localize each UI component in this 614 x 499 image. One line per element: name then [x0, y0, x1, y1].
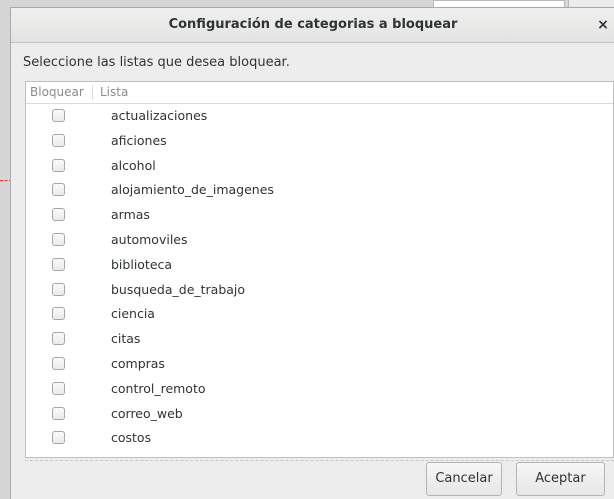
- column-header-list[interactable]: Lista: [100, 82, 128, 103]
- list-item[interactable]: costos: [26, 426, 613, 451]
- block-checkbox[interactable]: [52, 307, 65, 321]
- dialog-title: Configuración de categorias a bloquear: [168, 17, 458, 32]
- list-item[interactable]: biblioteca: [26, 253, 613, 278]
- block-checkbox[interactable]: [52, 257, 65, 271]
- list-item[interactable]: automoviles: [26, 228, 613, 253]
- list-item-label: ciencia: [111, 306, 155, 322]
- list-item-label: costos: [111, 430, 152, 446]
- list-item[interactable]: alojamiento_de_imagenes: [26, 178, 613, 203]
- block-checkbox[interactable]: [52, 431, 65, 445]
- list-header: Bloquear Lista: [26, 82, 613, 104]
- list-item-label: compras: [111, 355, 165, 371]
- list-item[interactable]: ciencia: [26, 302, 613, 327]
- block-checkbox[interactable]: [52, 158, 65, 172]
- list-item-label: control_remoto: [111, 380, 206, 396]
- block-checkbox[interactable]: [52, 232, 65, 246]
- category-block-dialog: Configuración de categorias a bloquear ×…: [10, 7, 614, 499]
- block-checkbox[interactable]: [52, 381, 65, 395]
- list-item-label: actualizaciones: [111, 108, 208, 123]
- block-checkbox[interactable]: [52, 208, 65, 222]
- close-icon[interactable]: ×: [595, 17, 611, 33]
- block-checkbox[interactable]: [52, 183, 65, 197]
- cancel-button[interactable]: Cancelar: [426, 462, 502, 496]
- block-checkbox[interactable]: [52, 356, 65, 370]
- category-list[interactable]: Bloquear Lista actualizaciones aficiones a…: [25, 81, 614, 458]
- accept-button[interactable]: Aceptar: [516, 462, 605, 496]
- block-checkbox[interactable]: [52, 406, 65, 420]
- list-rows: actualizaciones aficiones alcohol alojamien…: [26, 104, 613, 451]
- list-item-label: armas: [111, 207, 150, 223]
- list-item-label: biblioteca: [111, 256, 173, 272]
- block-checkbox[interactable]: [52, 109, 65, 122]
- list-item[interactable]: alcohol: [26, 154, 613, 179]
- column-separator: [92, 85, 93, 100]
- list-item[interactable]: compras: [26, 352, 613, 377]
- list-item-label: alojamiento_de_imagenes: [111, 182, 274, 198]
- list-item[interactable]: citas: [26, 327, 613, 352]
- block-checkbox[interactable]: [52, 133, 65, 147]
- list-item[interactable]: aficiones: [26, 129, 613, 154]
- list-item-label: alcohol: [111, 157, 156, 173]
- block-checkbox[interactable]: [52, 332, 65, 346]
- list-item-label: citas: [111, 331, 141, 347]
- list-item-label: aficiones: [111, 132, 167, 148]
- list-item[interactable]: armas: [26, 203, 613, 228]
- list-item[interactable]: control_remoto: [26, 377, 613, 402]
- instruction-text: Seleccione las listas que desea bloquear…: [23, 55, 290, 70]
- list-item[interactable]: correo_web: [26, 402, 613, 427]
- list-item-label: automoviles: [111, 231, 188, 247]
- list-item[interactable]: busqueda_de_trabajo: [26, 278, 613, 303]
- list-item-label: correo_web: [111, 405, 183, 421]
- dialog-titlebar: Configuración de categorias a bloquear ×: [11, 8, 614, 43]
- column-header-block[interactable]: Bloquear: [30, 82, 84, 103]
- list-item[interactable]: actualizaciones: [26, 104, 613, 129]
- list-item-label: busqueda_de_trabajo: [111, 281, 246, 297]
- block-checkbox[interactable]: [52, 282, 65, 296]
